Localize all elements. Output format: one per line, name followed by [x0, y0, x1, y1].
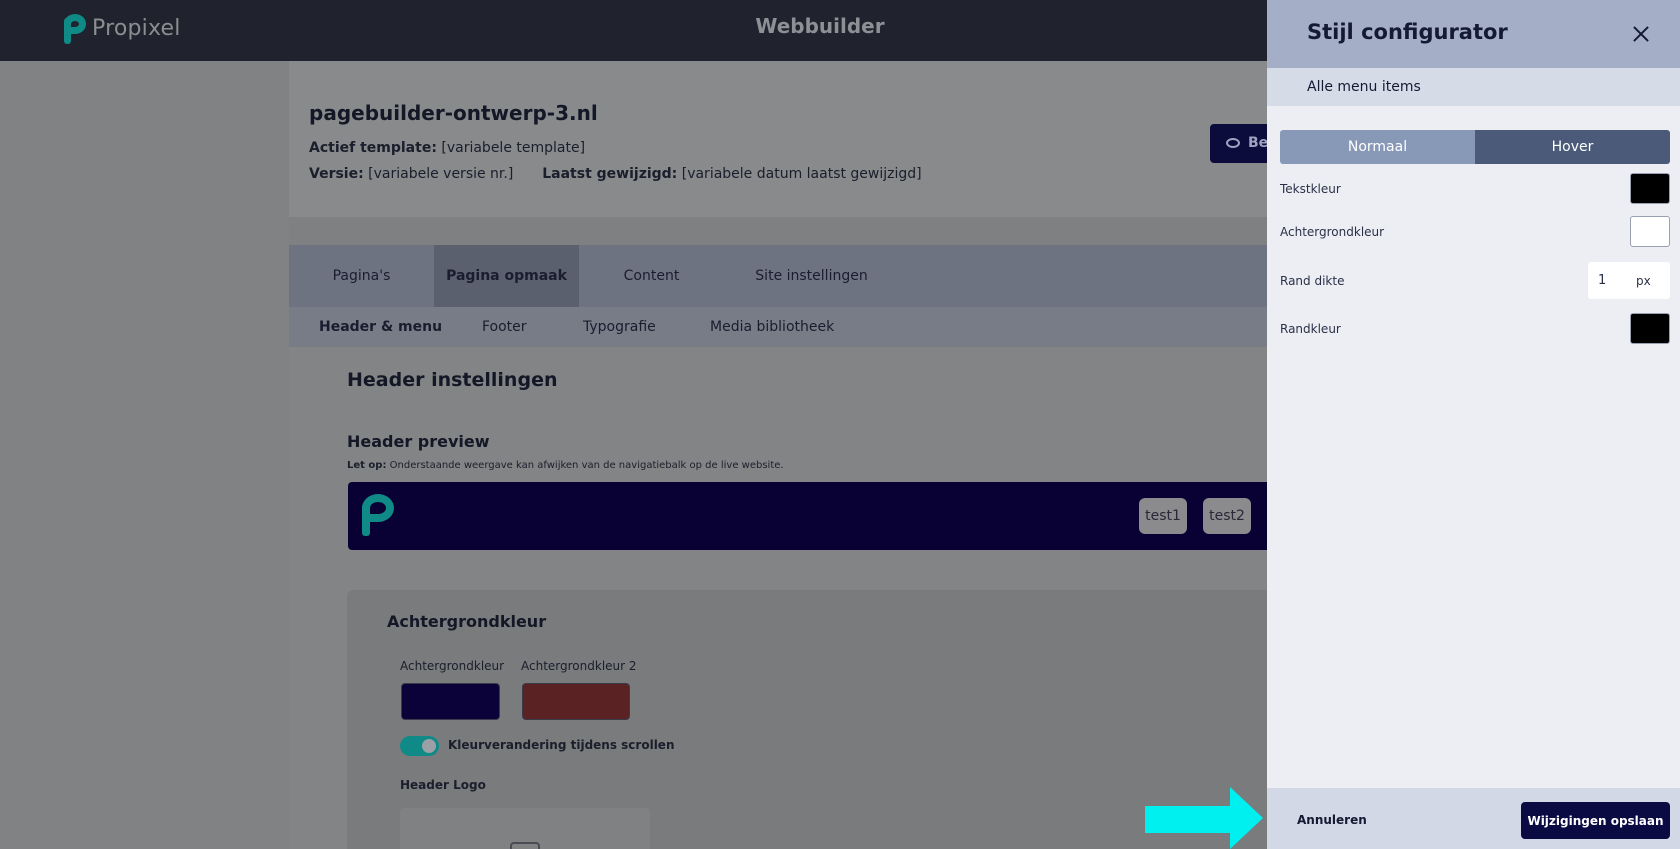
modified-label: Laatst gewijzigd:	[542, 166, 678, 182]
header-logo-label: Header Logo	[400, 778, 486, 792]
tab-site-instellingen[interactable]: Site instellingen	[724, 245, 899, 307]
preview-button-label: Be	[1248, 135, 1269, 151]
annotation-arrow-icon	[1145, 787, 1263, 849]
border-width-unit: px	[1636, 273, 1651, 288]
header-logo-upload[interactable]	[400, 808, 650, 849]
bg-color-label: Achtergrondkleur	[1280, 225, 1385, 239]
modified-value: [variabele datum laatst gewijzigd]	[681, 166, 922, 182]
subtab-typografie[interactable]: Typografie	[583, 319, 656, 335]
normal-state-button[interactable]: Normaal	[1280, 130, 1475, 164]
subtab-media-bibliotheek[interactable]: Media bibliotheek	[710, 319, 834, 335]
state-toggle: Normaal Hover	[1280, 130, 1670, 164]
drawer-header: Stijl configurator	[1267, 0, 1680, 68]
template-value: [variabele template]	[441, 140, 586, 156]
preview-note: Let op: Onderstaande weergave kan afwijk…	[347, 460, 784, 471]
drawer-section-bar: Alle menu items	[1267, 68, 1680, 106]
subtab-footer[interactable]: Footer	[482, 319, 527, 335]
image-upload-icon	[510, 842, 540, 849]
tab-content[interactable]: Content	[579, 245, 724, 307]
tab-label: Content	[623, 268, 680, 284]
version-label: Versie:	[309, 166, 364, 182]
version-info: Versie: [variabele versie nr.] Laatst ge…	[309, 166, 922, 182]
eye-icon	[1226, 138, 1240, 148]
border-width-input[interactable]: 1 px	[1588, 262, 1670, 299]
bg-color-swatch[interactable]	[401, 683, 500, 720]
border-width-value[interactable]: 1	[1598, 273, 1636, 288]
drawer-title: Stijl configurator	[1307, 20, 1508, 44]
border-color-label: Randkleur	[1280, 322, 1341, 336]
bg-color-picker[interactable]	[1630, 216, 1670, 247]
template-label: Actief template:	[309, 140, 437, 156]
close-icon[interactable]	[1627, 20, 1655, 48]
tab-paginas[interactable]: Pagina's	[289, 245, 434, 307]
toggle-knob	[422, 739, 436, 753]
border-color-picker[interactable]	[1630, 313, 1670, 344]
header-preview-title: Header preview	[347, 432, 490, 451]
hover-state-button[interactable]: Hover	[1475, 130, 1670, 164]
bg-color2-swatch[interactable]	[522, 683, 630, 720]
template-info: Actief template: [variabele template]	[309, 140, 585, 156]
site-info-card: pagebuilder-ontwerp-3.nl Actief template…	[289, 61, 1269, 217]
site-name: pagebuilder-ontwerp-3.nl	[309, 101, 598, 125]
save-changes-button[interactable]: Wijzigingen opslaan	[1521, 802, 1670, 839]
cancel-button[interactable]: Annuleren	[1297, 813, 1367, 827]
drawer-footer: Annuleren Wijzigingen opslaan	[1267, 788, 1680, 849]
version-value: [variabele versie nr.]	[368, 166, 514, 182]
main-tabs: Pagina's Pagina opmaak Content Site inst…	[289, 245, 1269, 307]
scroll-color-toggle[interactable]	[400, 736, 439, 756]
scroll-toggle-label: Kleurverandering tijdens scrollen	[448, 738, 675, 752]
note-bold: Let op:	[347, 460, 387, 471]
sub-tabs: Header & menu Footer Typografie Media bi…	[289, 307, 1269, 347]
header-settings-title: Header instellingen	[347, 369, 558, 391]
preview-menu-item[interactable]: test1	[1139, 498, 1187, 534]
bg-color2-label: Achtergrondkleur 2	[521, 659, 637, 673]
tab-label: Site instellingen	[755, 268, 868, 284]
border-width-label: Rand dikte	[1280, 274, 1345, 288]
tab-label: Pagina's	[332, 268, 391, 284]
bg-color-label: Achtergrondkleur	[400, 659, 505, 673]
section-label: Alle menu items	[1307, 79, 1421, 95]
tab-label: Pagina opmaak	[446, 268, 567, 284]
subtab-header-menu[interactable]: Header & menu	[319, 319, 442, 335]
tab-pagina-opmaak[interactable]: Pagina opmaak	[434, 245, 579, 307]
text-color-label: Tekstkleur	[1280, 182, 1341, 196]
preview-menu-item[interactable]: test2	[1203, 498, 1251, 534]
note-text: Onderstaande weergave kan afwijken van d…	[386, 460, 784, 471]
preview-button[interactable]: Be	[1210, 124, 1270, 163]
text-color-picker[interactable]	[1630, 173, 1670, 204]
header-preview: test1 test2	[348, 482, 1268, 550]
background-section-title: Achtergrondkleur	[387, 612, 547, 631]
header-preview-logo-icon	[362, 494, 394, 536]
style-configurator-drawer: Stijl configurator Alle menu items Norma…	[1267, 0, 1680, 849]
